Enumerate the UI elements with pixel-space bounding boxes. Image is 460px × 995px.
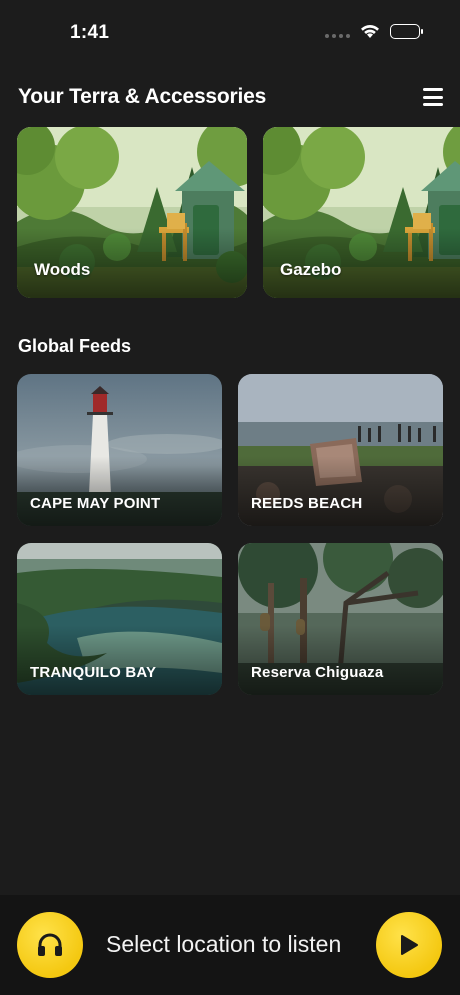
play-button[interactable]: [376, 912, 442, 978]
terra-carousel[interactable]: Woods Gazebo: [17, 127, 460, 299]
feed-card-label: CAPE MAY POINT: [30, 495, 161, 512]
feed-card-label: TRANQUILO BAY: [30, 664, 157, 681]
card-shade: [17, 625, 222, 695]
terra-title: Your Terra & Accessories: [18, 85, 267, 108]
card-shade: [17, 456, 222, 526]
feed-card-cape-may-point[interactable]: CAPE MAY POINT: [17, 374, 222, 526]
listen-prompt: Select location to listen: [106, 931, 342, 957]
terra-card-gazebo[interactable]: Gazebo: [263, 127, 460, 298]
wifi-icon: [361, 25, 379, 38]
headphones-button[interactable]: [17, 912, 83, 978]
menu-icon[interactable]: [423, 88, 443, 106]
terra-card-label: Woods: [34, 260, 91, 279]
terra-header: Your Terra & Accessories: [18, 84, 443, 110]
card-shade: [238, 625, 443, 695]
terra-card-woods[interactable]: Woods: [17, 127, 247, 298]
feed-card-label: REEDS BEACH: [251, 495, 363, 512]
status-icons: [325, 24, 423, 39]
feed-card-reserva-chiguaza[interactable]: Reserva Chiguaza: [238, 543, 443, 695]
player-bar: Select location to listen: [0, 895, 460, 995]
feed-card-tranquilo-bay[interactable]: TRANQUILO BAY: [17, 543, 222, 695]
status-time: 1:41: [70, 22, 110, 43]
terra-card-label: Gazebo: [280, 260, 342, 279]
card-shade: [238, 456, 443, 526]
battery-icon: [390, 24, 423, 39]
cellular-signal-icon: [325, 26, 350, 38]
feed-card-reeds-beach[interactable]: REEDS BEACH: [238, 374, 443, 526]
headphones-icon: [38, 933, 62, 956]
play-icon: [401, 935, 418, 955]
feed-card-label: Reserva Chiguaza: [251, 664, 384, 681]
global-feeds-title: Global Feeds: [18, 336, 132, 356]
status-bar: 1:41: [0, 0, 460, 64]
